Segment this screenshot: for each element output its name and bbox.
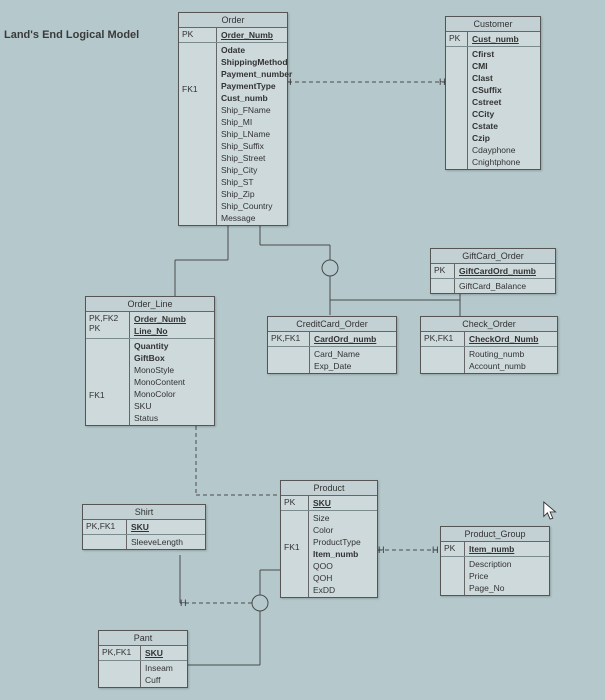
key-col: PK,FK1 bbox=[421, 332, 465, 346]
key-col bbox=[441, 557, 465, 595]
entity-check-order-title: Check_Order bbox=[421, 317, 557, 332]
entity-customer-title: Customer bbox=[446, 17, 540, 32]
key-col bbox=[99, 661, 141, 687]
key-col: PK bbox=[431, 264, 455, 278]
attr-col: SizeColorProductTypeItem_numbQOOQOHExDD bbox=[309, 511, 377, 597]
key-col: PK,FK2PK bbox=[86, 312, 130, 338]
attr-col: Routing_numb Account_numb bbox=[465, 347, 557, 373]
key-col bbox=[446, 47, 468, 169]
attr-col: GiftCardOrd_numb bbox=[455, 264, 555, 278]
entity-order-line-title: Order_Line bbox=[86, 297, 214, 312]
entity-order-line: Order_Line PK,FK2PK Order_Numb Line_No F… bbox=[85, 296, 215, 426]
entity-customer: Customer PK Cust_numb CfirstCMIClastCSuf… bbox=[445, 16, 541, 170]
attr-col: QuantityGiftBoxMonoStyleMonoContentMonoC… bbox=[130, 339, 214, 425]
attr-col: SleeveLength bbox=[127, 535, 205, 549]
attr-col: Order_Numb bbox=[217, 28, 287, 42]
entity-creditcard-order: CreditCard_Order PK,FK1 CardOrd_numb Car… bbox=[267, 316, 397, 374]
entity-creditcard-order-title: CreditCard_Order bbox=[268, 317, 396, 332]
attr-col: Order_Numb Line_No bbox=[130, 312, 214, 338]
attr-col: Description Price Page_No bbox=[465, 557, 549, 595]
entity-shirt: Shirt PK,FK1 SKU SleeveLength bbox=[82, 504, 206, 550]
entity-shirt-title: Shirt bbox=[83, 505, 205, 520]
key-col: FK1 bbox=[281, 511, 309, 597]
attr-col: CheckOrd_Numb bbox=[465, 332, 557, 346]
attr-col: CardOrd_numb bbox=[310, 332, 396, 346]
key-col: PK,FK1 bbox=[99, 646, 141, 660]
attr-col: CfirstCMIClastCSuffixCstreetCCityCstateC… bbox=[468, 47, 540, 169]
svg-text:H: H bbox=[432, 545, 439, 555]
key-col bbox=[83, 535, 127, 549]
attr-col: GiftCard_Balance bbox=[455, 279, 555, 293]
key-col: PK,FK1 bbox=[268, 332, 310, 346]
entity-pant-title: Pant bbox=[99, 631, 187, 646]
key-col bbox=[268, 347, 310, 373]
key-col: PK bbox=[281, 496, 309, 510]
entity-giftcard-order: GiftCard_Order PK GiftCardOrd_numb GiftC… bbox=[430, 248, 556, 294]
key-col: FK1 bbox=[179, 43, 217, 225]
entity-product-group: Product_Group PK Item_numb Description P… bbox=[440, 526, 550, 596]
entity-check-order: Check_Order PK,FK1 CheckOrd_Numb Routing… bbox=[420, 316, 558, 374]
key-col: PK bbox=[441, 542, 465, 556]
entity-giftcard-order-title: GiftCard_Order bbox=[431, 249, 555, 264]
key-col bbox=[431, 279, 455, 293]
attr-col: Cust_numb bbox=[468, 32, 540, 46]
entity-order: Order PK Order_Numb FK1 OdateShippingMet… bbox=[178, 12, 288, 226]
cursor-icon bbox=[542, 500, 560, 522]
attr-col: Card_Name Exp_Date bbox=[310, 347, 396, 373]
svg-text:H: H bbox=[378, 545, 385, 555]
key-col: FK1 bbox=[86, 339, 130, 425]
key-col: PK bbox=[446, 32, 468, 46]
svg-text:H: H bbox=[180, 598, 187, 608]
attr-col: SKU bbox=[127, 520, 205, 534]
entity-product: Product PK SKU FK1 SizeColorProductTypeI… bbox=[280, 480, 378, 598]
entity-product-title: Product bbox=[281, 481, 377, 496]
attr-col: Item_numb bbox=[465, 542, 549, 556]
attr-col: SKU bbox=[141, 646, 187, 660]
attr-col: Inseam Cuff bbox=[141, 661, 187, 687]
key-col bbox=[421, 347, 465, 373]
key-col: PK,FK1 bbox=[83, 520, 127, 534]
attr-col: SKU bbox=[309, 496, 377, 510]
entity-product-group-title: Product_Group bbox=[441, 527, 549, 542]
attr-col: OdateShippingMethodPayment_numberPayment… bbox=[217, 43, 296, 225]
page-title: Land's End Logical Model bbox=[4, 29, 139, 41]
key-col: PK bbox=[179, 28, 217, 42]
entity-order-title: Order bbox=[179, 13, 287, 28]
entity-pant: Pant PK,FK1 SKU Inseam Cuff bbox=[98, 630, 188, 688]
